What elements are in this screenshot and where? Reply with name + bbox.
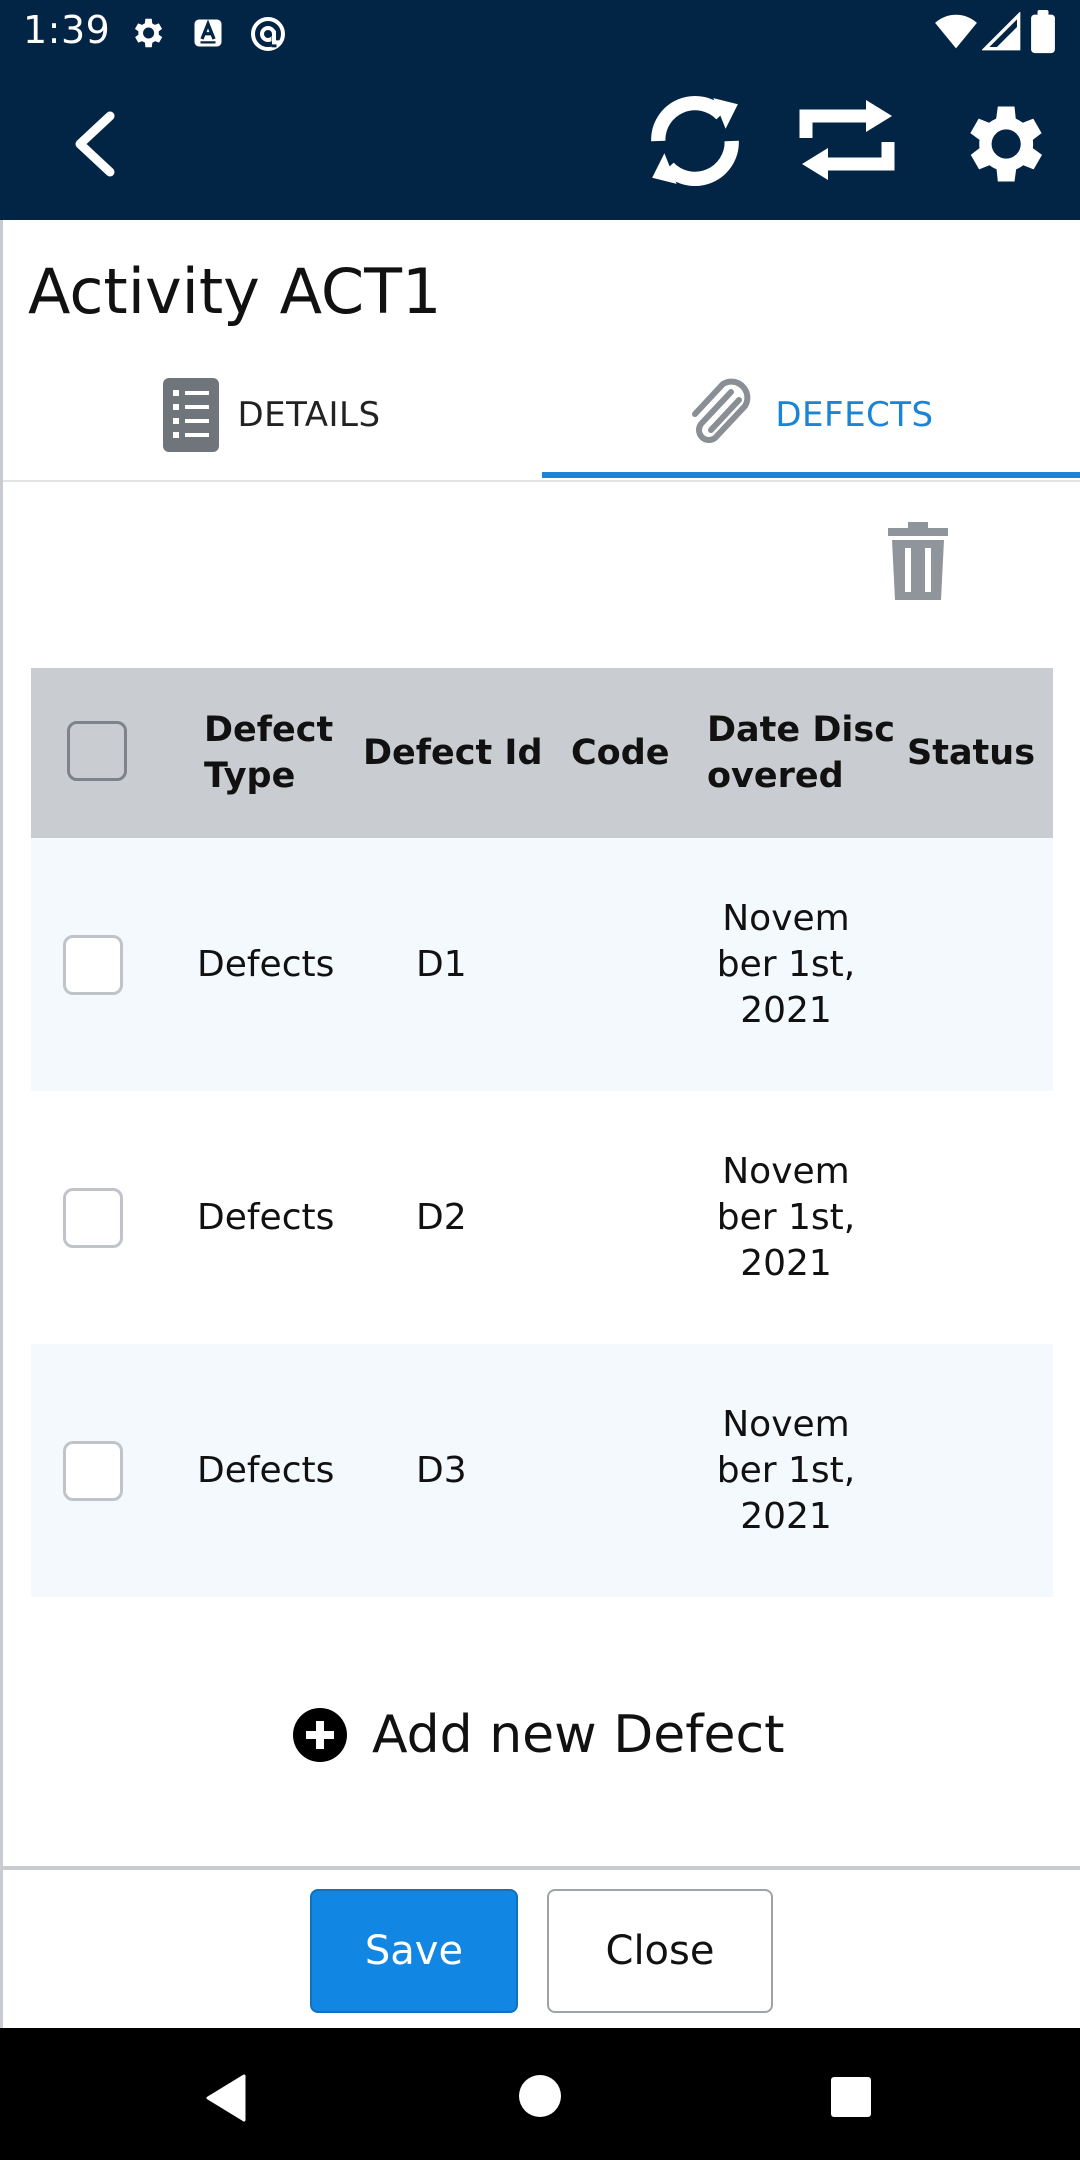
table-header: Defect Type Defect Id Code Date Disc overe…	[31, 668, 1053, 838]
cell-defect-id: D1	[416, 943, 467, 985]
tab-details-label: DETAILS	[237, 395, 381, 435]
nav-recents-icon[interactable]	[830, 2076, 872, 2118]
table-row[interactable]: Defects D3 Novem ber 1st, 2021	[31, 1344, 1053, 1597]
date-line: Novem	[722, 897, 850, 939]
date-line: ber 1st,	[716, 1449, 856, 1491]
table-row[interactable]: Defects D1 Novem ber 1st, 2021	[31, 838, 1053, 1091]
at-sign-icon	[251, 17, 285, 51]
list-icon	[163, 378, 220, 452]
header-defect-type-line2: Type	[204, 756, 296, 796]
cell-date-discovered: Novem ber 1st, 2021	[703, 838, 869, 1091]
add-new-defect-button[interactable]: Add new Defect	[292, 1700, 785, 1770]
table-row[interactable]: Defects D2 Novem ber 1st, 2021	[31, 1091, 1053, 1344]
date-line: 2021	[740, 1242, 832, 1284]
row-checkbox[interactable]	[63, 1441, 123, 1501]
wifi-icon	[935, 14, 977, 49]
settings-button[interactable]	[952, 94, 1052, 194]
row-checkbox[interactable]	[63, 1188, 123, 1248]
cell-date-discovered: Novem ber 1st, 2021	[703, 1091, 869, 1344]
date-line: Novem	[722, 1150, 850, 1192]
signal-icon	[982, 12, 1021, 51]
plus-circle-icon	[293, 1708, 347, 1762]
nav-home-icon[interactable]	[518, 2074, 562, 2118]
back-button[interactable]	[66, 108, 122, 180]
defects-table: Defect Type Defect Id Code Date Disc overe…	[31, 668, 1053, 1597]
nav-back-icon[interactable]	[204, 2074, 248, 2122]
cell-date-discovered: Novem ber 1st, 2021	[703, 1344, 869, 1597]
header-date-line2: overed	[707, 756, 844, 796]
cell-defect-type: Defects	[197, 1449, 335, 1491]
battery-icon	[1031, 10, 1055, 54]
cell-defect-id: D2	[416, 1196, 467, 1238]
footer-divider	[3, 1866, 1080, 1870]
tab-defects-label: DEFECTS	[775, 395, 934, 435]
header-status[interactable]: Status	[907, 668, 1035, 838]
cell-defect-type: Defects	[197, 943, 335, 985]
gear-icon	[134, 18, 163, 48]
row-checkbox[interactable]	[63, 935, 123, 995]
app-bar	[0, 66, 1080, 220]
trash-icon[interactable]	[886, 522, 950, 600]
header-date-line1: Date Disc	[707, 710, 895, 750]
header-defect-type-line1: Defect	[204, 710, 334, 750]
cell-defect-type: Defects	[197, 1196, 335, 1238]
date-line: 2021	[740, 1495, 832, 1537]
system-nav-bar	[0, 2028, 1080, 2160]
repeat-icon[interactable]	[796, 98, 898, 182]
header-defect-id[interactable]: Defect Id	[363, 668, 543, 838]
header-defect-type[interactable]: Defect Type	[204, 668, 333, 838]
status-time: 1:39	[23, 8, 111, 52]
date-line: Novem	[722, 1403, 850, 1445]
tab-bar: DETAILS DEFECTS	[3, 350, 1080, 482]
date-line: 2021	[740, 989, 832, 1031]
date-line: ber 1st,	[716, 943, 856, 985]
select-all-checkbox[interactable]	[67, 721, 127, 781]
page-title: Activity ACT1	[28, 255, 442, 328]
header-code[interactable]: Code	[571, 668, 670, 838]
save-button[interactable]: Save	[310, 1889, 518, 2013]
add-new-defect-label: Add new Defect	[372, 1705, 785, 1765]
tab-details[interactable]: DETAILS	[3, 350, 541, 480]
date-line: ber 1st,	[716, 1196, 856, 1238]
text-a-icon	[194, 19, 222, 47]
header-date-discovered[interactable]: Date Disc overed	[707, 668, 895, 838]
close-button[interactable]: Close	[547, 1889, 773, 2013]
cell-defect-id: D3	[416, 1449, 467, 1491]
sync-icon[interactable]	[644, 94, 746, 188]
status-bar: 1:39	[0, 0, 1080, 66]
paperclip-icon	[692, 378, 751, 443]
tab-defects[interactable]: DEFECTS	[541, 350, 1080, 480]
active-tab-indicator	[542, 472, 1080, 478]
